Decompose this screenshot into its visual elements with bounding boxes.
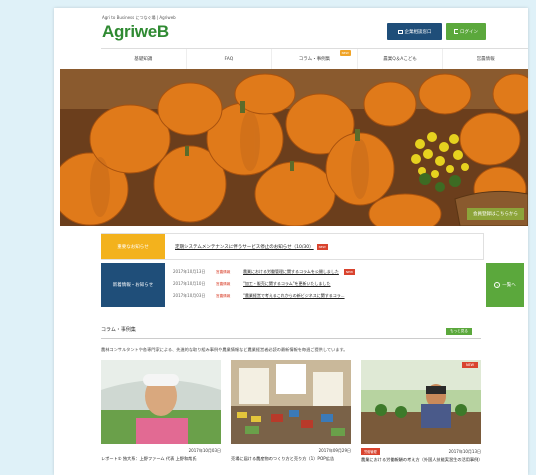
chevron-right-icon: › [494, 282, 501, 288]
nav-item-label: 農業Q＆Aこども [383, 57, 417, 62]
card-date: 2017年10月03日 [188, 448, 221, 453]
nav-item-farming-info[interactable]: 営農情報 [443, 49, 528, 69]
mail-icon [397, 29, 403, 34]
login-button-label: ログイン [460, 29, 478, 35]
news-category: 営農情報 [216, 269, 231, 274]
new-badge: NEW [343, 269, 355, 275]
new-tag: NEW [339, 50, 351, 56]
card-meta: 労働管理 2017年10月13日 [361, 448, 481, 455]
hero-banner: 会員登録はこちらから [60, 69, 528, 226]
card-date: 2017年09月29日 [318, 448, 351, 453]
news-item[interactable]: 2017年10月13日 営農情報 農業における労働管理に関するコラムを公開しまし… [173, 266, 475, 278]
card-image: NEW [361, 360, 481, 444]
card-image [101, 360, 221, 444]
nav-item-label: 営農情報 [476, 57, 495, 62]
news-title: 農業における労働管理に関するコラムを公開しました [243, 269, 339, 274]
card-image [231, 360, 351, 444]
nav-item-label: 基礎知識 [134, 57, 153, 62]
nav-item-label: コラム・事例集 [298, 57, 331, 62]
page-container: Agri to Business につなぐ場 | Agriweb AgriweB… [54, 8, 528, 475]
news-category: 営農情報 [216, 293, 231, 298]
news-list-button[interactable]: › 一覧へ [486, 263, 524, 307]
card-date: 2017年10月13日 [448, 448, 481, 454]
member-register-button[interactable]: 会員登録はこちらから [467, 208, 524, 220]
card-title: レポート① 独大系：上野ファーム 代表 上野和哉氏 [101, 456, 197, 461]
nav-item-qa[interactable]: 農業Q＆Aこども [358, 49, 444, 69]
news-date: 2017年10月10日 [173, 281, 206, 286]
news-item[interactable]: 2017年10月10日 営農情報 "加工・販売に関するコラム"を更新いたしました [173, 278, 475, 290]
new-badge: NEW [316, 243, 328, 250]
new-badge: NEW [461, 362, 478, 368]
columns-description: 農林コンサルタントや各専門家による、先進的な取り組み事例や農業情報など農業経営者… [101, 347, 348, 352]
pumpkins-image [60, 69, 528, 226]
consult-button-label: 企業相談窓口 [404, 29, 432, 35]
news-list: 2017年10月13日 営農情報 農業における労働管理に関するコラムを公開しまし… [165, 263, 483, 307]
important-notice: 重要なお知らせ 定期システムメンテナンスに伴うサービス停止のお知らせ（10/30… [101, 233, 484, 260]
nav-item-faq[interactable]: FAQ [187, 49, 273, 69]
site-tagline: Agri to Business につなぐ場 | Agriweb [102, 15, 176, 20]
news-date: 2017年10月13日 [173, 269, 206, 274]
login-icon [454, 29, 458, 34]
column-card[interactable]: 2017年09月29日 売場に届ける農産物のつくり方と売り方（1）POP広告 [231, 360, 351, 462]
columns-more-button[interactable]: もっと見る [446, 328, 472, 335]
news-date: 2017年10月03日 [173, 293, 206, 298]
main-nav: 基礎知識 FAQ コラム・事例集 NEW 農業Q＆Aこども 営農情報 [101, 48, 528, 70]
news-label: 新着情報・お知らせ [101, 263, 165, 307]
news-item[interactable]: 2017年10月03日 営農情報 "農業経営で考えるこれからの新ビジネスに関する… [173, 290, 475, 302]
notice-link[interactable]: 定期システムメンテナンスに伴うサービス停止のお知らせ（10/30） NEW [165, 234, 483, 259]
news-more-label: 一覧へ [502, 283, 516, 288]
news-category: 営農情報 [216, 281, 231, 286]
card-title: 農業における労働報酬の考え方（外国人技能実習生の活用事例） [361, 457, 483, 462]
nav-item-label: FAQ [224, 56, 234, 62]
news-title: "加工・販売に関するコラム"を更新いたしました [243, 281, 331, 286]
nav-item-basics[interactable]: 基礎知識 [101, 49, 187, 69]
columns-heading: コラム・事例集 [101, 326, 481, 339]
news-title: "農業経営で考えるこれからの新ビジネスに関するコラ... [243, 293, 345, 298]
login-button[interactable]: ログイン [446, 23, 486, 40]
category-badge: 労働管理 [361, 448, 380, 455]
notice-label: 重要なお知らせ [101, 234, 165, 259]
card-title: 売場に届ける農産物のつくり方と売り方（1）POP広告 [231, 456, 335, 461]
news-section: 新着情報・お知らせ 2017年10月13日 営農情報 農業における労働管理に関す… [101, 263, 483, 307]
site-logo[interactable]: AgriweB [102, 22, 169, 42]
notice-text: 定期システムメンテナンスに伴うサービス停止のお知らせ（10/30） [175, 244, 314, 250]
nav-item-columns[interactable]: コラム・事例集 NEW [272, 49, 358, 69]
column-card[interactable]: NEW 労働管理 2017年10月13日 農業における労働報酬の考え方（外国人技… [361, 360, 483, 463]
consult-button[interactable]: 企業相談窓口 [387, 23, 442, 40]
column-card[interactable]: 2017年10月03日 レポート① 独大系：上野ファーム 代表 上野和哉氏 [101, 360, 221, 462]
